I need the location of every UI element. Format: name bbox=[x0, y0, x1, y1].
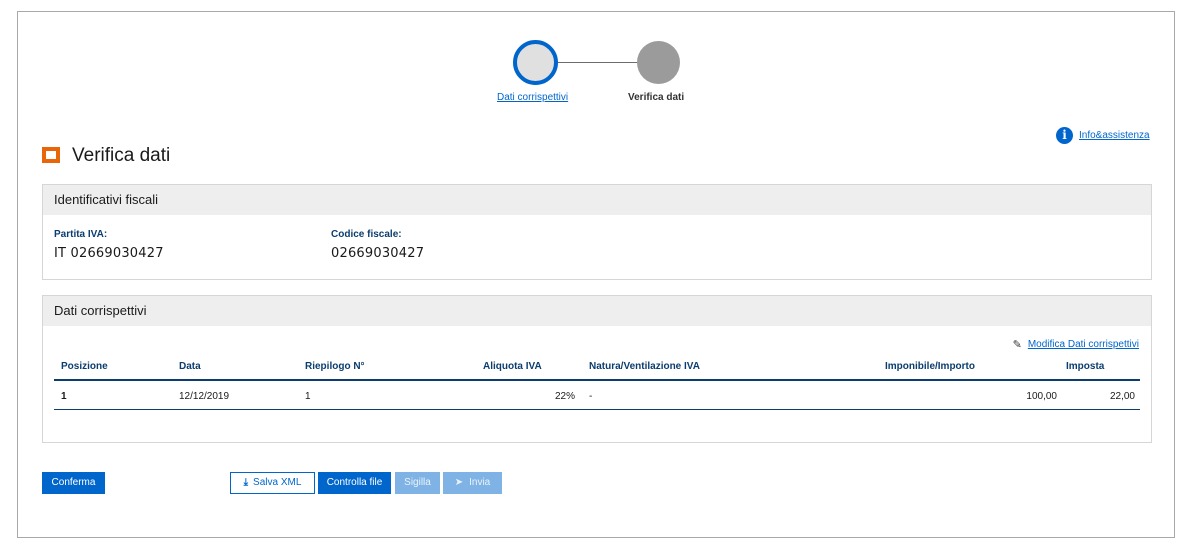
controlla-file-button[interactable]: Controlla file bbox=[318, 472, 391, 494]
cell-riepilogo: 1 bbox=[298, 380, 476, 410]
salva-xml-button[interactable]: ⤓ Salva XML bbox=[230, 472, 315, 494]
corrispettivi-table: Posizione Data Riepilogo N° Aliquota IVA… bbox=[54, 359, 1140, 410]
cell-posizione: 1 bbox=[54, 380, 172, 410]
cell-imposta: 22,00 bbox=[1059, 380, 1140, 410]
fiscal-panel: Identificativi fiscali Partita IVA: IT 0… bbox=[42, 184, 1152, 280]
modify-link-label: Modifica Dati corrispettivi bbox=[1027, 339, 1139, 350]
column-header-data: Data bbox=[172, 359, 298, 381]
column-header-imponibile: Imponibile/Importo bbox=[878, 359, 1059, 381]
partita-iva-value: IT 02669030427 bbox=[54, 246, 164, 261]
pencil-icon: ✎ bbox=[1012, 339, 1022, 351]
column-header-posizione: Posizione bbox=[54, 359, 172, 381]
step-2-label: Verifica dati bbox=[628, 92, 685, 103]
table-row: 1 12/12/2019 1 22% - 100,00 22,00 bbox=[54, 380, 1140, 410]
codice-fiscale-value: 02669030427 bbox=[331, 246, 425, 261]
cell-imponibile: 100,00 bbox=[878, 380, 1059, 410]
info-link-label: Info&assistenza bbox=[1079, 130, 1150, 141]
cell-data: 12/12/2019 bbox=[172, 380, 298, 410]
folder-icon bbox=[42, 147, 60, 163]
info-assistenza-link[interactable]: i Info&assistenza bbox=[1056, 127, 1150, 144]
download-icon: ⤓ bbox=[243, 477, 249, 488]
cell-natura: - bbox=[582, 380, 878, 410]
step-2-indicator bbox=[637, 41, 680, 84]
send-icon: ➤ bbox=[454, 477, 464, 488]
invia-button[interactable]: ➤ Invia bbox=[443, 472, 502, 494]
info-icon: i bbox=[1056, 127, 1073, 144]
partita-iva-label: Partita IVA: bbox=[54, 229, 108, 240]
sigilla-button[interactable]: Sigilla bbox=[395, 472, 440, 494]
table-header-row: Posizione Data Riepilogo N° Aliquota IVA… bbox=[54, 359, 1140, 381]
step-1-link[interactable]: Dati corrispettivi bbox=[497, 92, 568, 103]
column-header-riepilogo: Riepilogo N° bbox=[298, 359, 476, 381]
modify-corrispettivi-link[interactable]: ✎ Modifica Dati corrispettivi bbox=[1013, 338, 1139, 351]
conferma-button[interactable]: Conferma bbox=[42, 472, 105, 494]
fiscal-panel-heading: Identificativi fiscali bbox=[43, 185, 1151, 215]
corrispettivi-panel: Dati corrispettivi ✎ Modifica Dati corri… bbox=[42, 295, 1152, 443]
corrispettivi-panel-heading: Dati corrispettivi bbox=[43, 296, 1151, 326]
column-header-aliquota: Aliquota IVA bbox=[476, 359, 582, 381]
invia-label: Invia bbox=[469, 477, 491, 488]
codice-fiscale-label: Codice fiscale: bbox=[331, 229, 402, 240]
stepper-connector bbox=[553, 62, 648, 63]
column-header-natura: Natura/Ventilazione IVA bbox=[582, 359, 878, 381]
salva-xml-label: Salva XML bbox=[253, 477, 302, 488]
page-title: Verifica dati bbox=[72, 145, 171, 166]
column-header-imposta: Imposta bbox=[1059, 359, 1140, 381]
step-1-indicator[interactable] bbox=[513, 40, 558, 85]
cell-aliquota: 22% bbox=[476, 380, 582, 410]
